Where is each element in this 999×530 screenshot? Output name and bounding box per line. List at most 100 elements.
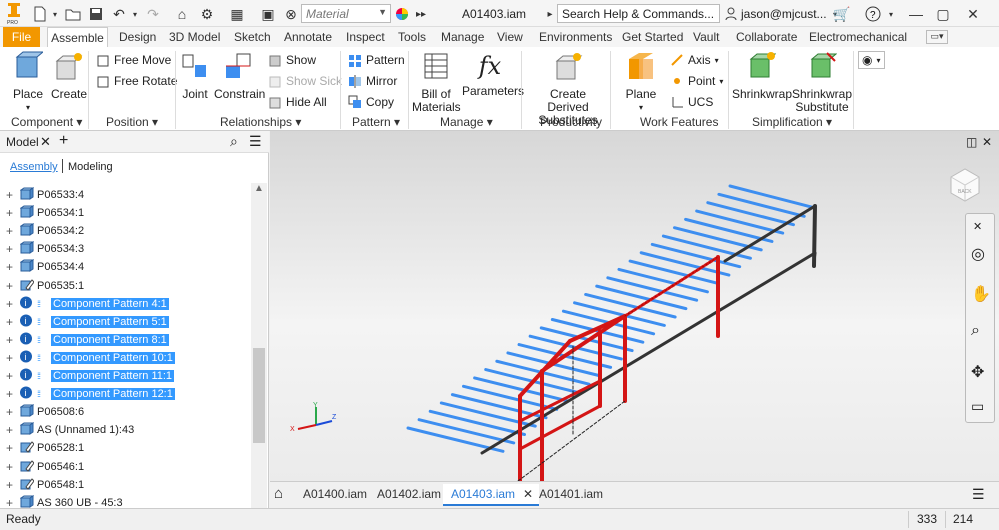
- tree-row[interactable]: + P06534:2: [6, 222, 84, 240]
- panel-relationships[interactable]: Relationships ▾: [220, 115, 301, 129]
- cart-icon[interactable]: 🛒: [832, 4, 852, 24]
- purlin[interactable]: [706, 201, 795, 227]
- tree-row[interactable]: + P06535:1: [6, 277, 84, 295]
- tree-row[interactable]: + P06534:1: [6, 204, 84, 222]
- expand-icon[interactable]: +: [6, 242, 18, 256]
- tree-row[interactable]: + P06546:1: [6, 458, 84, 476]
- expand-icon[interactable]: +: [6, 369, 18, 383]
- redo-icon[interactable]: ↷: [142, 4, 164, 24]
- expand-icon[interactable]: +: [6, 405, 18, 419]
- chevron-down-icon[interactable]: ▾: [50, 4, 60, 24]
- purlin[interactable]: [684, 217, 774, 243]
- steering-wheel-icon[interactable]: ◎: [971, 244, 985, 264]
- menu-icon[interactable]: ☰: [249, 133, 262, 150]
- inventor-logo-icon[interactable]: PRO: [5, 2, 23, 26]
- doc-tab-a01401[interactable]: A01401.iam: [531, 484, 611, 506]
- axis-button[interactable]: Axis ▾: [670, 53, 719, 67]
- shrinkwrap-substitute-button[interactable]: Shrinkwrap Substitute: [792, 51, 852, 114]
- tab-assembly[interactable]: Assembly: [10, 161, 58, 173]
- restore-icon[interactable]: ▢: [933, 4, 953, 24]
- expand-icon[interactable]: +: [6, 315, 18, 329]
- help-icon[interactable]: ?: [862, 4, 884, 24]
- expand-icon[interactable]: +: [6, 206, 18, 220]
- tree-row[interactable]: + P06528:1: [6, 439, 84, 457]
- search-icon[interactable]: ⌕: [230, 133, 238, 150]
- purlin[interactable]: [550, 318, 645, 344]
- tree-row[interactable]: + i ⁞⁞ Component Pattern 10:1: [6, 349, 175, 367]
- purlin[interactable]: [717, 192, 806, 218]
- material-dropdown[interactable]: Material ▼: [301, 4, 391, 23]
- free-move-button[interactable]: Free Move: [96, 53, 171, 67]
- tab-3d-model[interactable]: 3D Model: [169, 27, 220, 47]
- tab-view[interactable]: View: [497, 27, 523, 47]
- close-icon[interactable]: ✕: [40, 134, 51, 150]
- tab-get-started[interactable]: Get Started: [622, 27, 683, 47]
- free-rotate-button[interactable]: Free Rotate: [96, 74, 177, 88]
- expand-icon[interactable]: +: [6, 333, 18, 347]
- minimize-icon[interactable]: —: [906, 4, 926, 24]
- expand-icon[interactable]: +: [6, 260, 18, 274]
- purlin[interactable]: [606, 276, 699, 302]
- panel-simplification[interactable]: Simplification ▾: [752, 115, 832, 129]
- look-at-icon[interactable]: ▭: [971, 398, 984, 415]
- tab-modeling[interactable]: Modeling: [68, 161, 113, 173]
- post[interactable]: [812, 204, 817, 268]
- mirror-button[interactable]: Mirror: [348, 74, 397, 88]
- shrinkwrap-button[interactable]: Shrinkwrap: [732, 51, 792, 101]
- scrollbar-thumb[interactable]: [253, 348, 265, 443]
- expand-icon[interactable]: +: [6, 188, 18, 202]
- tree-row[interactable]: + i ⁞⁞ Component Pattern 11:1: [6, 367, 175, 385]
- doc-tab-a01402[interactable]: A01402.iam: [369, 484, 449, 506]
- parameters-button[interactable]: fx Parameters: [462, 51, 524, 98]
- expand-icon[interactable]: ▸: [544, 4, 556, 24]
- zoom-icon[interactable]: ⌕: [971, 322, 980, 340]
- tab-assemble[interactable]: Assemble: [47, 27, 108, 47]
- pan-icon[interactable]: ✋: [971, 284, 991, 304]
- tree-row[interactable]: + i ⁞⁞ Component Pattern 4:1: [6, 295, 169, 313]
- expand-icon[interactable]: +: [6, 460, 18, 474]
- joint-button[interactable]: Joint: [178, 51, 212, 101]
- purlin[interactable]: [428, 409, 527, 437]
- undo-icon[interactable]: ↶: [108, 4, 130, 24]
- hide-all-button[interactable]: Hide All: [268, 95, 327, 109]
- purlin[interactable]: [695, 209, 785, 235]
- update-icon[interactable]: ⚙: [196, 4, 218, 24]
- doc-tab-a01403[interactable]: A01403.iam ✕: [443, 484, 540, 506]
- tab-tools[interactable]: Tools: [398, 27, 426, 47]
- ribbon-options-button[interactable]: ▭▾: [926, 30, 948, 44]
- panel-pattern[interactable]: Pattern ▾: [352, 115, 400, 129]
- customize-ribbon-button[interactable]: ◉ ▾: [858, 51, 885, 69]
- tab-environments[interactable]: Environments: [539, 27, 612, 47]
- plane-button[interactable]: Plane ▾: [622, 51, 660, 114]
- expand-icon[interactable]: +: [6, 478, 18, 492]
- tree-row[interactable]: + AS (Unnamed 1):43: [6, 421, 134, 439]
- new-icon[interactable]: [30, 4, 50, 24]
- tree-row[interactable]: + i ⁞⁞ Component Pattern 5:1: [6, 313, 169, 331]
- search-input[interactable]: Search Help & Commands...: [557, 4, 720, 23]
- expand-icon[interactable]: +: [6, 224, 18, 238]
- open-icon[interactable]: [62, 4, 84, 24]
- tab-inspect[interactable]: Inspect: [346, 27, 385, 47]
- expand-icon[interactable]: +: [6, 387, 18, 401]
- tab-vault[interactable]: Vault: [693, 27, 719, 47]
- show-button[interactable]: Show: [268, 53, 316, 67]
- menu-icon[interactable]: ☰: [972, 486, 985, 503]
- tree-row[interactable]: + P06534:3: [6, 240, 84, 258]
- expand-icon[interactable]: +: [6, 297, 18, 311]
- close-icon[interactable]: ✕: [963, 4, 983, 24]
- viewcube-icon[interactable]: BACK: [945, 163, 985, 203]
- orbit-icon[interactable]: ✥: [971, 362, 984, 382]
- tab-file[interactable]: File: [3, 27, 40, 47]
- bill-of-materials-button[interactable]: Bill of Materials: [412, 51, 461, 114]
- pattern-button[interactable]: Pattern: [348, 53, 405, 67]
- tree-row[interactable]: + i ⁞⁞ Component Pattern 8:1: [6, 331, 169, 349]
- add-tab-icon[interactable]: +: [59, 132, 68, 150]
- mirror-select-icon[interactable]: ▣: [258, 4, 278, 24]
- user-account[interactable]: jason@mjcust...: [741, 7, 827, 21]
- home-icon[interactable]: ⌂: [274, 485, 283, 502]
- save-icon[interactable]: [86, 4, 106, 24]
- girt[interactable]: [518, 404, 602, 451]
- purlin[interactable]: [650, 242, 742, 269]
- view-tile-icon[interactable]: ◫: [966, 135, 977, 149]
- chevron-down-icon[interactable]: ▾: [886, 4, 896, 24]
